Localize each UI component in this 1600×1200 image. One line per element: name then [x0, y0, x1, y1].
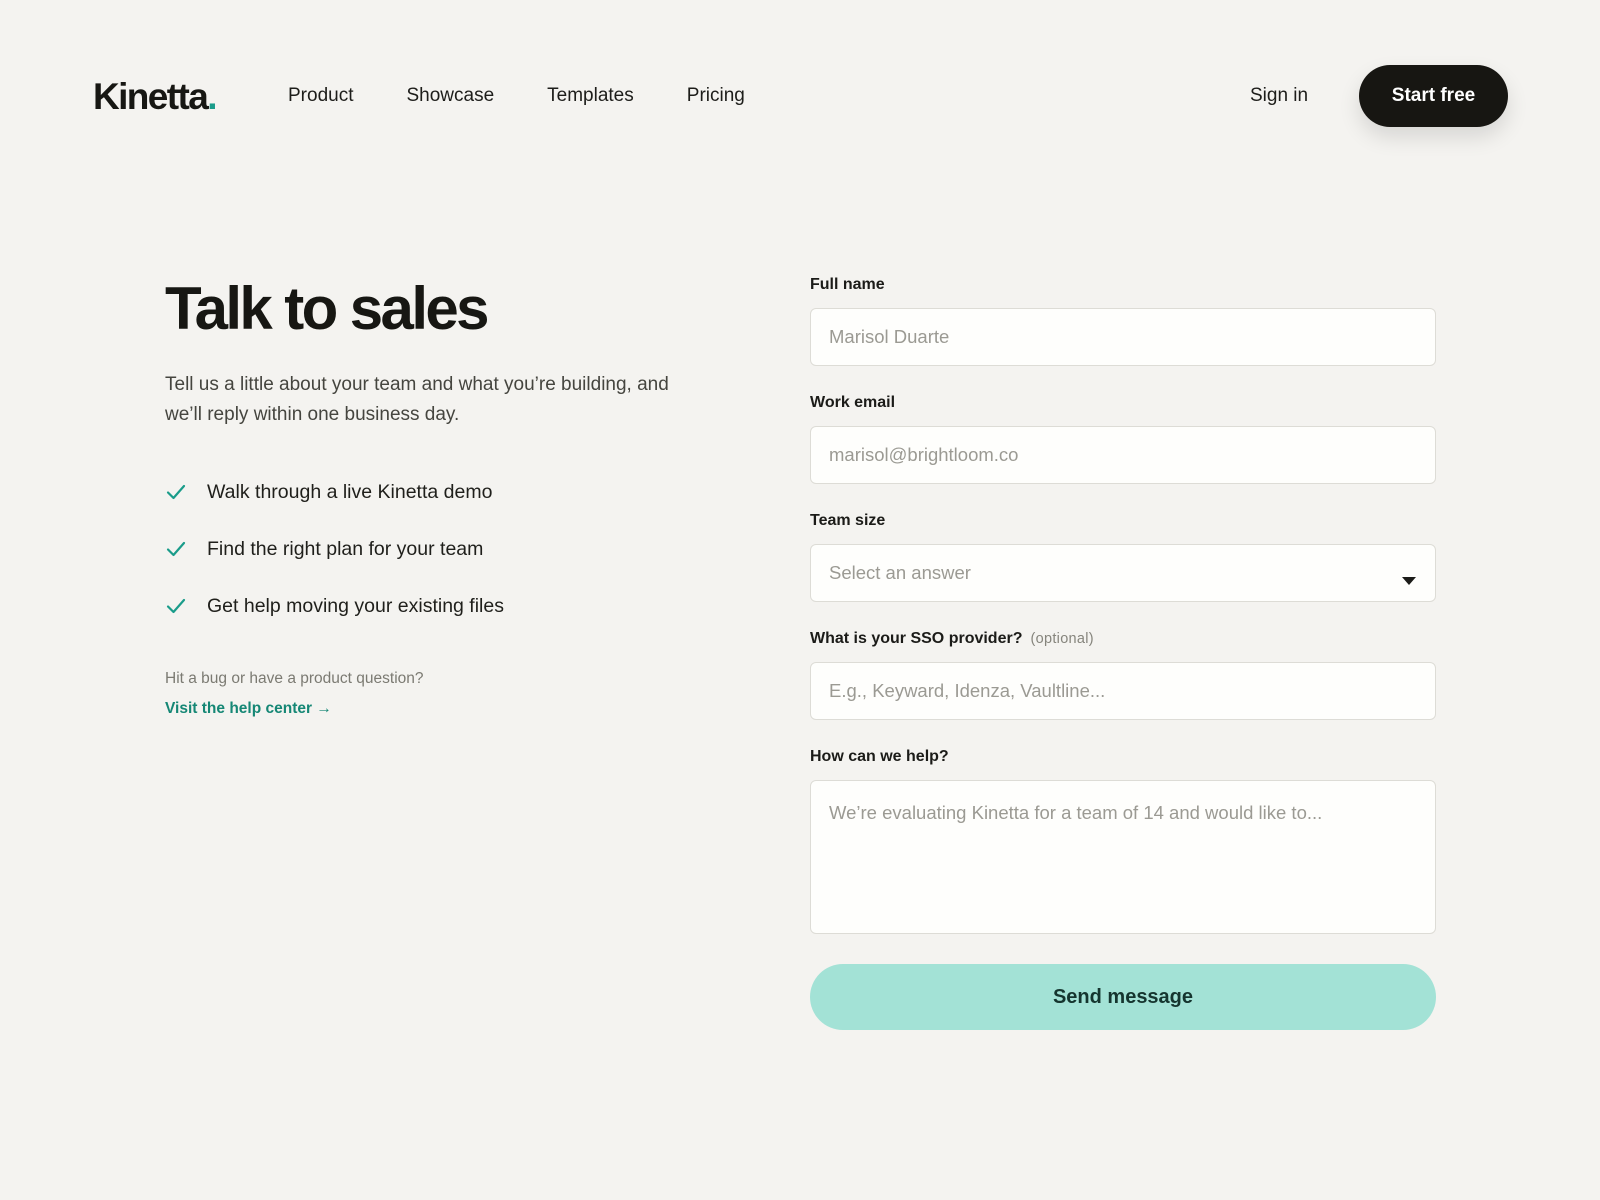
- list-item: Walk through a live Kinetta demo: [165, 478, 725, 506]
- list-item-label: Get help moving your existing files: [207, 595, 504, 617]
- team-size-selected-value: Select an answer: [829, 562, 971, 583]
- list-item-label: Walk through a live Kinetta demo: [207, 481, 493, 503]
- list-item-label: Find the right plan for your team: [207, 538, 484, 560]
- help-center-link[interactable]: Visit the help center →: [165, 698, 332, 720]
- sso-provider-label-text: What is your SSO provider?: [810, 630, 1023, 647]
- check-icon: [166, 484, 186, 500]
- contact-sales-form: Full name Work email Team size Select an…: [810, 272, 1436, 1030]
- intro-section: Talk to sales Tell us a little about you…: [165, 270, 725, 720]
- help-question: Hit a bug or have a product question?: [165, 670, 424, 687]
- page-title: Talk to sales: [165, 275, 490, 342]
- team-size-label: Team size: [810, 512, 886, 529]
- team-size-select[interactable]: Select an answer: [810, 544, 1436, 602]
- sso-provider-label: What is your SSO provider? (optional): [810, 626, 1436, 652]
- help-message-label: How can we help?: [810, 748, 949, 765]
- main-nav: Product Showcase Templates Pricing: [288, 84, 798, 108]
- full-name-input[interactable]: [810, 308, 1436, 366]
- nav-item-pricing[interactable]: Pricing: [687, 84, 745, 108]
- work-email-label: Work email: [810, 394, 896, 411]
- nav-item-product[interactable]: Product: [288, 84, 353, 108]
- list-item: Find the right plan for your team: [165, 535, 725, 563]
- site-header: Kinetta. Product Showcase Templates Pric…: [0, 0, 1600, 192]
- logo-text: Kinetta: [93, 76, 209, 117]
- list-item: Get help moving your existing files: [165, 592, 725, 620]
- caret-down-icon: [1402, 577, 1416, 585]
- full-name-label: Full name: [810, 276, 885, 293]
- team-size-select-wrapper: Select an answer: [810, 544, 1436, 602]
- help-message-textarea[interactable]: [810, 780, 1436, 934]
- work-email-input[interactable]: [810, 426, 1436, 484]
- check-icon: [166, 541, 186, 557]
- send-message-button[interactable]: Send message: [810, 964, 1436, 1030]
- optional-tag: (optional): [1030, 631, 1094, 647]
- logo-dot: .: [207, 76, 217, 117]
- page-subtitle: Tell us a little about your team and wha…: [165, 374, 669, 425]
- benefits-list: Walk through a live Kinetta demo Find th…: [165, 478, 725, 620]
- check-icon: [166, 598, 186, 614]
- sso-provider-input[interactable]: [810, 662, 1436, 720]
- sign-in-link[interactable]: Sign in: [1250, 84, 1308, 108]
- nav-item-showcase[interactable]: Showcase: [406, 84, 494, 108]
- nav-item-templates[interactable]: Templates: [547, 84, 634, 108]
- kinetta-logo[interactable]: Kinetta.: [93, 74, 217, 120]
- start-free-button[interactable]: Start free: [1359, 65, 1508, 127]
